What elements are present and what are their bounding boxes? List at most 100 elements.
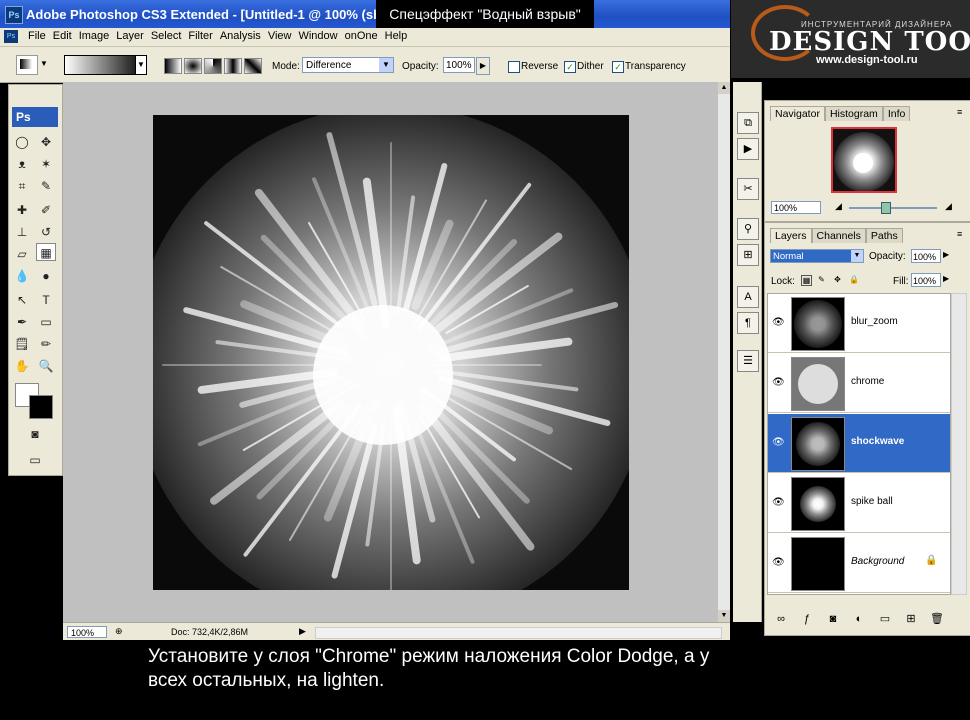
menu-window[interactable]: Window — [298, 30, 344, 42]
reflected-gradient-button[interactable] — [224, 58, 242, 74]
panel-menu-icon[interactable]: ≡ — [957, 229, 962, 239]
menu-image[interactable]: Image — [79, 30, 117, 42]
eye-icon[interactable]: 👁 — [772, 497, 785, 508]
quick-mask-icon[interactable]: ◙ — [25, 425, 45, 443]
dodge-tool-icon[interactable]: ● — [36, 267, 56, 285]
menu-select[interactable]: Select — [151, 30, 189, 42]
tool-preset-picker[interactable] — [16, 55, 38, 75]
clone-source-icon[interactable]: ⊞ — [737, 244, 759, 266]
menu-view[interactable]: View — [268, 30, 299, 42]
eye-icon[interactable]: 👁 — [772, 437, 785, 448]
lock-transparency-icon[interactable]: ▦ — [801, 275, 812, 286]
opacity-input[interactable]: 100% — [443, 57, 475, 73]
scroll-down-icon[interactable]: ▼ — [718, 610, 730, 622]
lasso-tool-icon[interactable]: ᴥ — [12, 155, 32, 173]
history-brush-tool-icon[interactable]: ↺ — [36, 223, 56, 241]
menu-help[interactable]: Help — [385, 30, 415, 42]
eraser-tool-icon[interactable]: ▱ — [12, 245, 32, 263]
mode-select[interactable]: Difference ▼ — [302, 57, 394, 73]
notes-tool-icon[interactable]: 🗒 — [12, 335, 32, 353]
scroll-up-icon[interactable]: ▲ — [718, 82, 730, 94]
diamond-gradient-button[interactable] — [244, 58, 262, 74]
blend-mode-select[interactable]: Normal ▼ — [770, 249, 864, 263]
gradient-picker[interactable] — [64, 55, 146, 75]
paragraph-panel-icon[interactable]: ¶ — [737, 312, 759, 334]
adjustment-layer-icon[interactable]: ◐ — [851, 611, 867, 627]
menu-analysis[interactable]: Analysis — [220, 30, 268, 42]
status-icon[interactable]: ⊕ — [115, 626, 123, 637]
pen-tool-icon[interactable]: ✒ — [12, 313, 32, 331]
crop-tool-icon[interactable]: ⌗ — [12, 177, 32, 195]
menu-file[interactable]: File — [28, 30, 53, 42]
zoom-level-input[interactable]: 100% — [67, 626, 107, 638]
status-menu-arrow-icon[interactable]: ▶ — [299, 626, 306, 637]
eye-icon[interactable]: 👁 — [772, 317, 785, 328]
zoom-in-icon[interactable]: ◢ — [945, 201, 952, 212]
new-layer-icon[interactable]: ⊞ — [903, 611, 919, 627]
tab-channels[interactable]: Channels — [811, 228, 866, 243]
background-color-swatch[interactable] — [29, 395, 53, 419]
angle-gradient-button[interactable] — [204, 58, 222, 74]
layer-mask-icon[interactable]: ◙ — [825, 611, 841, 627]
tab-paths[interactable]: Paths — [865, 228, 903, 243]
layer-opacity-input[interactable]: 100% — [911, 249, 941, 263]
new-group-icon[interactable]: ▭ — [877, 611, 893, 627]
blur-tool-icon[interactable]: 💧 — [12, 267, 32, 285]
menu-onone[interactable]: onOne — [345, 30, 385, 42]
eye-icon[interactable]: 👁 — [772, 377, 785, 388]
opacity-slider-arrow-icon[interactable]: ▶ — [943, 250, 949, 259]
layer-style-icon[interactable]: ƒ — [799, 611, 815, 627]
eyedropper-2-tool-icon[interactable]: ✏ — [36, 335, 56, 353]
layer-row-chrome[interactable]: 👁 chrome — [768, 354, 950, 413]
layer-row-blur-zoom[interactable]: 👁 blur_zoom — [768, 294, 950, 353]
tab-layers[interactable]: Layers — [770, 228, 812, 243]
tab-histogram[interactable]: Histogram — [824, 106, 883, 121]
delete-layer-icon[interactable]: 🗑 — [929, 611, 945, 627]
menu-layer[interactable]: Layer — [116, 30, 151, 42]
fill-input[interactable]: 100% — [911, 273, 941, 287]
menu-filter[interactable]: Filter — [188, 30, 219, 42]
gradient-tool-icon[interactable]: ▦ — [36, 243, 56, 261]
dither-checkbox[interactable]: ✓ — [564, 61, 576, 73]
healing-brush-tool-icon[interactable]: ✚ — [12, 201, 32, 219]
gradient-dropdown-icon[interactable]: ▼ — [135, 55, 147, 75]
navigator-zoom-input[interactable]: 100% — [771, 201, 821, 214]
navigator-zoom-slider[interactable] — [849, 207, 937, 209]
panel-menu-icon[interactable]: ≡ — [957, 107, 962, 117]
layer-comps-icon[interactable]: ☰ — [737, 350, 759, 372]
horizontal-scrollbar[interactable] — [315, 627, 722, 639]
move-tool-icon[interactable]: ✥ — [36, 133, 56, 151]
zoom-tool-icon[interactable]: 🔍 — [36, 357, 56, 375]
lock-pixels-icon[interactable]: ✎ — [817, 275, 826, 284]
document-icon[interactable]: Ps — [4, 30, 18, 43]
reverse-checkbox[interactable] — [508, 61, 520, 73]
document-canvas[interactable] — [153, 115, 629, 590]
clone-stamp-tool-icon[interactable]: ⊥ — [12, 223, 32, 241]
brushes-panel-icon[interactable]: ⚲ — [737, 218, 759, 240]
vertical-scrollbar[interactable]: ▲ ▼ — [718, 82, 730, 622]
menu-edit[interactable]: Edit — [53, 30, 79, 42]
layer-row-background[interactable]: 👁 Background 🔒 — [768, 534, 950, 593]
lock-all-icon[interactable]: 🔒 — [849, 275, 859, 284]
tab-info[interactable]: Info — [882, 106, 911, 121]
layers-scrollbar[interactable] — [951, 293, 967, 595]
magic-wand-tool-icon[interactable]: ✶ — [36, 155, 56, 173]
type-tool-icon[interactable]: T — [36, 291, 56, 309]
linear-gradient-button[interactable] — [164, 58, 182, 74]
fill-slider-arrow-icon[interactable]: ▶ — [943, 274, 949, 283]
radial-gradient-button[interactable] — [184, 58, 202, 74]
brush-tool-icon[interactable]: ✐ — [36, 201, 56, 219]
hand-tool-icon[interactable]: ✋ — [12, 357, 32, 375]
opacity-slider-arrow-icon[interactable]: ▶ — [476, 57, 490, 75]
shape-tool-icon[interactable]: ▭ — [36, 313, 56, 331]
zoom-out-icon[interactable]: ◢ — [835, 201, 842, 212]
eyedropper-tool-icon[interactable]: ✎ — [36, 177, 56, 195]
link-layers-icon[interactable]: ∞ — [773, 611, 789, 627]
chevron-down-icon[interactable]: ▼ — [40, 59, 48, 68]
tool-presets-icon[interactable]: ✂ — [737, 178, 759, 200]
screen-mode-icon[interactable]: ▭ — [25, 451, 45, 469]
lock-position-icon[interactable]: ✥ — [833, 275, 842, 284]
navigator-slider-handle[interactable] — [881, 202, 891, 214]
layer-row-shockwave[interactable]: 👁 shockwave — [768, 414, 950, 473]
eye-icon[interactable]: 👁 — [772, 557, 785, 568]
